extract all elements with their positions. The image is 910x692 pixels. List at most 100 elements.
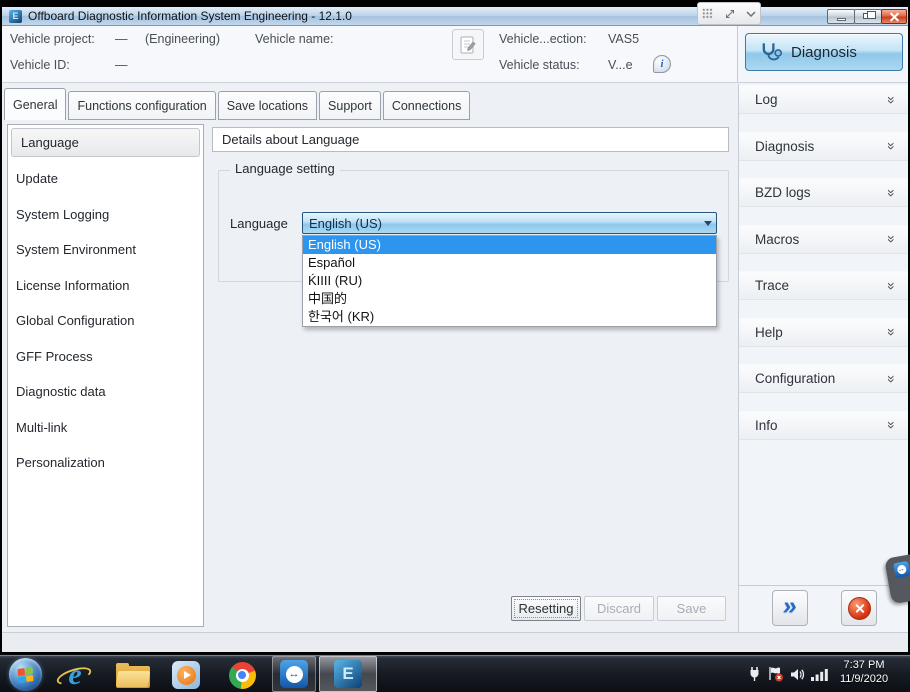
chevron-double-down-icon[interactable]: » <box>884 282 900 290</box>
section-diagnosis[interactable]: Diagnosis » <box>739 131 908 161</box>
section-log[interactable]: Log » <box>739 85 908 114</box>
fullscreen-icon[interactable] <box>724 8 736 20</box>
chevron-double-down-icon[interactable]: » <box>884 421 900 429</box>
taskbar-teamviewer[interactable]: ↔ <box>272 656 316 692</box>
vehicle-header: Vehicle project: — (Engineering) Vehicle… <box>2 26 737 83</box>
edit-vehicle-button[interactable] <box>452 29 484 60</box>
section-label: Info <box>755 417 778 433</box>
tab-save-locations[interactable]: Save locations <box>217 91 318 120</box>
nav-item-global-configuration[interactable]: Global Configuration <box>8 303 203 339</box>
option-korean[interactable]: 한국어 (KR) <box>303 308 716 326</box>
vehicle-status-value: V...e <box>608 58 633 72</box>
taskbar-internet-explorer[interactable]: e <box>54 660 94 690</box>
network-signal-icon[interactable] <box>811 668 829 681</box>
diagnosis-button[interactable]: Diagnosis <box>745 33 903 71</box>
language-combobox-value: English (US) <box>309 215 382 231</box>
start-button[interactable] <box>9 658 42 691</box>
exit-button[interactable] <box>841 590 877 626</box>
vehicle-project-value: — <box>115 32 128 46</box>
restore-icon <box>863 11 876 19</box>
nav-item-personalization[interactable]: Personalization <box>8 445 203 481</box>
drag-handle-icon[interactable] <box>702 8 713 19</box>
chevron-double-down-icon[interactable]: » <box>884 375 900 383</box>
remote-control-toolbar[interactable] <box>697 2 761 25</box>
nav-item-diagnostic-data[interactable]: Diagnostic data <box>8 374 203 410</box>
nav-item-gff-process[interactable]: GFF Process <box>8 339 203 375</box>
tab-label: Connections <box>391 98 462 113</box>
clipboard-pencil-icon <box>460 36 476 53</box>
right-accordion-panel: Log » Diagnosis » BZD logs » Macros » Trace »… <box>738 84 908 632</box>
taskbar-clock[interactable]: 7:37 PM 11/9/2020 <box>833 658 895 686</box>
section-configuration[interactable]: Configuration » <box>739 364 908 393</box>
diagnosis-button-label: Diagnosis <box>791 43 857 61</box>
nav-item-multi-link[interactable]: Multi-link <box>8 410 203 446</box>
chevron-double-down-icon[interactable]: » <box>884 142 900 150</box>
resetting-button[interactable]: Resetting <box>511 596 581 621</box>
minimize-icon <box>837 18 846 21</box>
nav-label: Personalization <box>16 455 105 471</box>
chevron-double-down-icon[interactable]: » <box>884 189 900 197</box>
app-window: Vehicle project: — (Engineering) Vehicle… <box>2 26 908 652</box>
title-bar: E Offboard Diagnostic Information System… <box>2 7 908 26</box>
tab-functions-configuration[interactable]: Functions configuration <box>68 91 216 120</box>
tab-label: Save locations <box>226 98 309 113</box>
language-combobox[interactable]: English (US) <box>302 212 717 234</box>
taskbar-explorer[interactable] <box>115 660 151 690</box>
minimize-button[interactable] <box>827 9 855 24</box>
discard-button: Discard <box>584 596 654 621</box>
vehicle-project-label: Vehicle project: <box>10 32 95 46</box>
option-russian[interactable]: ḰIIII (RU) <box>303 272 716 290</box>
taskbar-odis[interactable]: E <box>319 656 377 692</box>
restore-button[interactable] <box>854 9 882 24</box>
section-help[interactable]: Help » <box>739 317 908 347</box>
teamviewer-icon: ↔ <box>892 560 910 579</box>
stethoscope-icon <box>762 43 782 61</box>
section-bzd-logs[interactable]: BZD logs » <box>739 178 908 207</box>
chevron-double-down-icon[interactable]: » <box>884 235 900 243</box>
odis-app-icon: E <box>334 660 362 688</box>
section-label: Configuration <box>755 371 836 386</box>
language-dropdown-list: English (US) Español ḰIIII (RU) 中国的 한국어 … <box>302 235 717 327</box>
language-label: Language <box>230 216 288 231</box>
forward-button[interactable]: » <box>772 590 808 626</box>
save-button: Save <box>657 596 726 621</box>
vehicle-connection-value: VAS5 <box>608 32 640 46</box>
section-label: Macros <box>755 231 800 247</box>
diagnosis-area: Diagnosis <box>737 26 908 83</box>
nav-item-update[interactable]: Update <box>8 161 203 197</box>
section-label: Trace <box>755 278 790 293</box>
tab-general[interactable]: General <box>4 88 67 120</box>
chevron-double-down-icon[interactable]: » <box>884 328 900 336</box>
settings-nav-panel: Language Update System Logging System En… <box>7 124 204 627</box>
section-info[interactable]: Info » <box>739 410 908 440</box>
close-icon <box>889 11 900 22</box>
nav-item-system-environment[interactable]: System Environment <box>8 232 203 268</box>
taskbar-chrome[interactable] <box>227 660 257 690</box>
volume-icon[interactable] <box>790 668 805 681</box>
option-chinese[interactable]: 中国的 <box>303 290 716 308</box>
info-icon[interactable]: i <box>653 55 671 73</box>
close-button[interactable] <box>881 9 907 24</box>
chevron-down-icon[interactable] <box>746 10 756 17</box>
power-plug-icon[interactable] <box>748 666 761 682</box>
section-trace[interactable]: Trace » <box>739 271 908 300</box>
option-espanol[interactable]: Español <box>303 254 716 272</box>
nav-label: Diagnostic data <box>16 384 106 400</box>
system-tray <box>745 655 832 692</box>
option-english-us[interactable]: English (US) <box>303 236 716 254</box>
nav-item-language[interactable]: Language <box>11 128 200 157</box>
chevron-double-down-icon[interactable]: » <box>884 96 900 104</box>
tab-support[interactable]: Support <box>319 91 381 120</box>
nav-item-system-logging[interactable]: System Logging <box>8 197 203 233</box>
taskbar-media-player[interactable] <box>171 660 201 690</box>
teamviewer-app-icon: ↔ <box>280 660 308 688</box>
details-title: Details about Language <box>212 127 729 152</box>
nav-label: Update <box>16 171 58 187</box>
media-player-icon <box>172 661 200 689</box>
section-macros[interactable]: Macros » <box>739 224 908 254</box>
action-center-flag-icon[interactable] <box>767 666 784 682</box>
windows-flag-icon <box>17 666 34 683</box>
nav-item-license-information[interactable]: License Information <box>8 268 203 304</box>
tab-connections[interactable]: Connections <box>382 91 471 120</box>
clock-time: 7:37 PM <box>843 659 885 671</box>
